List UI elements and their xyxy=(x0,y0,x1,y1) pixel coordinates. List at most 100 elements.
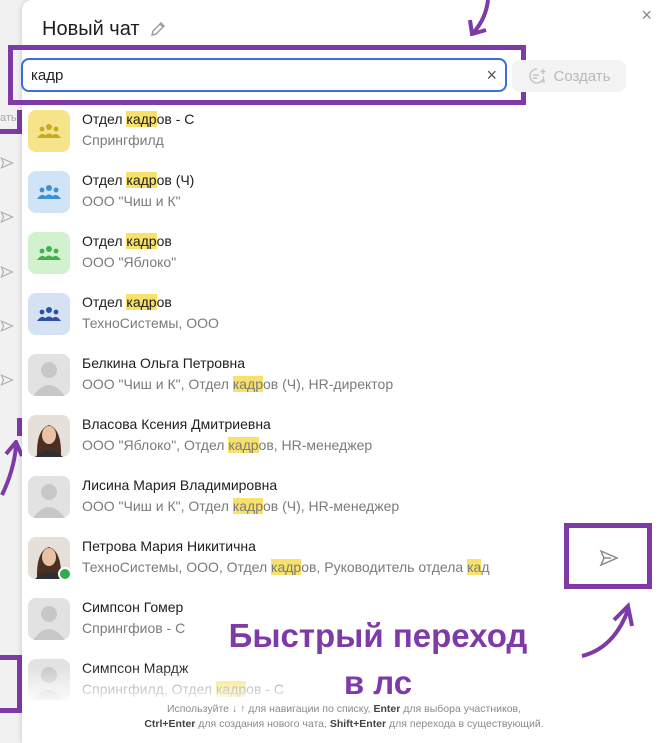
group-chat-result[interactable]: Отдел кадров ООО "Яблоко" xyxy=(28,230,628,291)
annotation-bracket xyxy=(0,655,22,713)
group-avatar xyxy=(28,232,70,274)
user-avatar-placeholder xyxy=(28,476,70,518)
keyboard-hint-line1: Используйте ↓ ↑ для навигации по списку,… xyxy=(22,702,666,717)
result-name-part: Отдел xyxy=(82,294,127,310)
dialog-header: Новый чат xyxy=(42,14,168,44)
result-subtitle-part: ООО "Яблоко", Отдел xyxy=(82,437,229,453)
result-name: Отдел кадров xyxy=(82,233,176,249)
user-result[interactable]: Белкина Ольга Петровна ООО "Чиш и К", Отд… xyxy=(28,352,628,413)
result-subtitle: Спрингфиов - С xyxy=(82,620,185,636)
result-text: Власова Ксения Дмитриевна ООО "Яблоко", О… xyxy=(82,415,372,453)
send-message-icon[interactable] xyxy=(599,548,619,568)
group-chat-result[interactable]: Отдел кадров ТехноСистемы, ООО xyxy=(28,291,628,352)
result-name-part: Петрова Мария Никитична xyxy=(82,538,256,554)
result-name-part: ов (Ч) xyxy=(156,172,195,188)
result-subtitle: ООО "Яблоко", Отдел кадров, HR-менеджер xyxy=(82,437,372,453)
person-silhouette-icon xyxy=(33,606,65,640)
result-text: Симпсон Гомер Спрингфиов - С xyxy=(82,598,185,636)
annotation-caption-line2: в лс xyxy=(343,664,413,701)
result-subtitle-part: ТехноСистемы, ООО, Отдел xyxy=(82,559,272,575)
result-text: Отдел кадров ТехноСистемы, ООО xyxy=(82,293,219,331)
result-name-part: Отдел xyxy=(82,172,127,188)
result-name-part: Власова Ксения Дмитриевна xyxy=(82,416,271,432)
annotation-caption-line1: Быстрый переход xyxy=(228,617,528,654)
hint-text: Используйте ↓ ↑ для навигации по списку, xyxy=(166,703,374,715)
search-match-highlight: кадр xyxy=(232,376,263,392)
annotation-arrow xyxy=(0,440,24,500)
group-icon xyxy=(37,185,61,199)
search-match-highlight: кадр xyxy=(126,111,157,127)
result-name-part: Лисина Мария Владимировна xyxy=(82,477,278,493)
group-avatar xyxy=(28,171,70,213)
annotation-bracket xyxy=(0,418,22,436)
send-icon xyxy=(0,156,14,170)
hint-text: для перехода в существующий. xyxy=(386,718,544,730)
result-subtitle: ООО "Чиш и К", Отдел кадров (Ч), HR-дире… xyxy=(82,376,393,392)
result-name: Симпсон Гомер xyxy=(82,599,185,615)
result-text: Отдел кадров ООО "Яблоко" xyxy=(82,232,176,270)
keyboard-hint-line2: Ctrl+Enter для создания нового чата, Shi… xyxy=(22,717,666,732)
result-name: Петрова Мария Никитична xyxy=(82,538,489,554)
send-icon xyxy=(0,319,14,333)
result-subtitle-part: ов (Ч), HR-менеджер xyxy=(263,498,400,514)
result-name-part: ов xyxy=(156,294,172,310)
person-silhouette-icon xyxy=(33,362,65,396)
group-avatar xyxy=(28,293,70,335)
result-subtitle: ООО "Яблоко" xyxy=(82,254,176,270)
result-subtitle-part: ООО "Чиш и К" xyxy=(82,193,181,209)
hint-key: Ctrl+Enter xyxy=(144,718,196,730)
annotation-arrow xyxy=(466,0,496,36)
result-name: Власова Ксения Дмитриевна xyxy=(82,416,372,432)
result-subtitle-part: ООО "Чиш и К", Отдел xyxy=(82,376,233,392)
result-text: Лисина Мария Владимировна ООО "Чиш и К", … xyxy=(82,476,399,514)
search-field[interactable]: × xyxy=(21,58,507,92)
user-avatar-placeholder xyxy=(28,354,70,396)
pencil-icon[interactable] xyxy=(148,19,168,39)
user-result[interactable]: Лисина Мария Владимировна ООО "Чиш и К", … xyxy=(28,474,628,535)
result-subtitle-part: ов, HR-менеджер xyxy=(258,437,373,453)
group-chat-result[interactable]: Отдел кадров (Ч) ООО "Чиш и К" xyxy=(28,169,628,230)
search-input[interactable] xyxy=(31,66,487,84)
person-silhouette-icon xyxy=(33,484,65,518)
result-name: Белкина Ольга Петровна xyxy=(82,355,393,371)
send-icon xyxy=(0,210,14,224)
result-subtitle-part: д xyxy=(481,559,490,575)
new-chat-icon xyxy=(527,66,547,86)
user-result[interactable]: Петрова Мария Никитична ТехноСистемы, ООО… xyxy=(28,535,628,596)
result-name-part: Отдел xyxy=(82,233,127,249)
group-chat-result[interactable]: Отдел кадров - С Спрингфилд xyxy=(28,108,628,169)
user-avatar-photo xyxy=(28,415,70,457)
result-subtitle-part: ов, Руководитель отдела xyxy=(301,559,468,575)
result-subtitle: ТехноСистемы, ООО, Отдел кадров, Руковод… xyxy=(82,559,489,575)
hint-key: Shift+Enter xyxy=(329,718,387,730)
result-subtitle: ООО "Чиш и К" xyxy=(82,193,194,209)
create-chat-button[interactable]: Создать xyxy=(512,60,626,92)
annotation-caption: Быстрый переход в лс xyxy=(178,612,578,706)
send-icon xyxy=(0,373,14,387)
dialog-title: Новый чат xyxy=(42,17,140,40)
clear-search-icon[interactable]: × xyxy=(486,66,497,84)
result-subtitle: ООО "Чиш и К", Отдел кадров (Ч), HR-мене… xyxy=(82,498,399,514)
result-text: Петрова Мария Никитична ТехноСистемы, ООО… xyxy=(82,537,489,575)
user-result[interactable]: Власова Ксения Дмитриевна ООО "Яблоко", О… xyxy=(28,413,628,474)
result-name: Лисина Мария Владимировна xyxy=(82,477,399,493)
avatar-with-status xyxy=(28,537,72,581)
user-photo xyxy=(28,415,70,457)
result-name-part: ов - С xyxy=(156,111,195,127)
result-name-part: Отдел xyxy=(82,111,127,127)
result-text: Отдел кадров (Ч) ООО "Чиш и К" xyxy=(82,171,194,209)
result-name: Отдел кадров - С xyxy=(82,111,194,127)
keyboard-hint: Используйте ↓ ↑ для навигации по списку,… xyxy=(22,700,666,732)
annotation-arrow xyxy=(576,600,636,662)
search-match-highlight: кадр xyxy=(271,559,302,575)
result-text: Отдел кадров - С Спрингфилд xyxy=(82,110,194,148)
group-avatar xyxy=(28,110,70,152)
result-subtitle: ТехноСистемы, ООО xyxy=(82,315,219,331)
close-icon[interactable]: × xyxy=(641,6,652,24)
search-match-highlight: кадр xyxy=(126,294,157,310)
result-text: Белкина Ольга Петровна ООО "Чиш и К", Отд… xyxy=(82,354,393,392)
hint-text: для выбора участников, xyxy=(400,703,522,715)
result-name: Отдел кадров xyxy=(82,294,219,310)
user-avatar-placeholder xyxy=(28,598,70,640)
result-subtitle-part: Спрингфилд xyxy=(82,132,164,148)
